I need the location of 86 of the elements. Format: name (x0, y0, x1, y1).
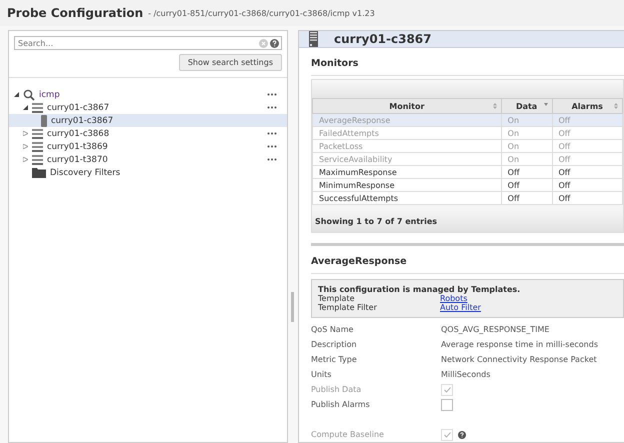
collapsed-arrow-icon[interactable] (22, 131, 28, 136)
server-icon (309, 31, 318, 47)
table-row[interactable]: MaximumResponse Off Off (312, 166, 622, 178)
tree-node[interactable]: icmp (9, 88, 287, 101)
search-settings-button[interactable]: Show search settings (178, 54, 282, 71)
tree-node[interactable]: curry01-c3868 (9, 127, 287, 140)
server-list-icon (32, 154, 43, 164)
more-icon[interactable] (267, 93, 277, 96)
field-value: Average response time in milli-seconds (441, 340, 598, 349)
tree-node[interactable]: curry01-t3869 (9, 140, 287, 153)
expanded-arrow-icon[interactable] (22, 105, 28, 110)
table-cell: Off (552, 152, 622, 166)
help-icon[interactable] (270, 38, 279, 48)
table-cell: Off (501, 178, 552, 192)
server-list-icon (32, 102, 43, 112)
notice-label: Template (318, 294, 356, 303)
table-cell: ServiceAvailability (312, 152, 502, 166)
template-link[interactable]: Auto Filter (440, 303, 481, 312)
probe-path: - /curry01-851/curry01-c3868/curry01-c3868/icmp v1.23 (148, 8, 375, 18)
node-label: curry01-c3868 (47, 128, 110, 138)
table-cell: Off (552, 114, 622, 126)
server-list-icon (32, 128, 43, 138)
table-row[interactable]: MinimumResponse Off Off (312, 178, 622, 192)
more-icon[interactable] (267, 106, 277, 109)
field-value: QOS_AVG_RESPONSE_TIME (441, 325, 550, 334)
column-header[interactable]: Alarms (552, 98, 622, 114)
table-cell: On (501, 126, 552, 140)
field-value: MilliSeconds (441, 370, 490, 379)
field-label: Units (311, 370, 332, 379)
field-label: Compute Baseline (311, 430, 385, 439)
notice-heading: This configuration is managed by Templates. (318, 285, 522, 294)
search-field[interactable]: Search... (14, 36, 282, 50)
collapsed-arrow-icon[interactable] (22, 144, 28, 149)
column-header[interactable]: Data (501, 98, 552, 114)
notice-label: Template Filter (318, 303, 378, 312)
checkbox[interactable] (441, 398, 453, 410)
device-title: curry01-c3867 (334, 32, 432, 46)
more-icon[interactable] (267, 145, 277, 148)
field-label: Publish Data (311, 385, 362, 394)
table-cell: Off (552, 126, 622, 140)
field-label: Metric Type (311, 355, 358, 364)
field-value: Network Connectivity Response Packet (441, 355, 597, 364)
column-header[interactable]: Monitor (312, 98, 502, 114)
table-cell: PacketLoss (312, 140, 502, 152)
node-label: curry01-t3869 (47, 142, 109, 152)
node-label: curry01-c3867 (47, 102, 110, 112)
node-label: icmp (39, 90, 61, 100)
section-title: Monitors (311, 48, 624, 76)
table-cell: Off (501, 166, 552, 178)
field-label: QoS Name (311, 325, 354, 334)
more-icon[interactable] (267, 132, 277, 135)
table-cell: On (501, 152, 552, 166)
node-label: curry01-t3870 (47, 154, 109, 164)
collapsed-arrow-icon[interactable] (22, 157, 28, 162)
tree-node[interactable]: curry01-t3870 (9, 153, 287, 166)
table-cell: On (501, 140, 552, 152)
folder-icon (32, 168, 46, 178)
table-cell: Off (552, 166, 622, 178)
node-label: curry01-c3867 (51, 116, 114, 126)
table-cell: Off (552, 140, 622, 152)
check-icon (444, 432, 450, 438)
table-cell: On (501, 114, 552, 126)
tree-node[interactable]: Discovery Filters (9, 166, 287, 179)
table-cell: MinimumResponse (312, 178, 502, 192)
field-label: Publish Alarms (311, 400, 371, 409)
splitter-handle[interactable] (291, 292, 294, 322)
sort-icon[interactable] (492, 103, 497, 109)
monitor-title: AverageResponse (311, 243, 624, 274)
sort-descending-icon[interactable] (544, 103, 548, 106)
table-cell: Off (552, 178, 622, 192)
more-icon[interactable] (267, 158, 277, 161)
tree-node[interactable]: curry01-c3867 (9, 114, 287, 127)
sort-icon[interactable] (614, 103, 618, 109)
table-cell: FailedAttempts (312, 126, 502, 140)
server-list-icon (32, 142, 43, 152)
page-title: Probe Configuration (7, 6, 144, 20)
magnifier-icon (23, 88, 35, 100)
tree-node[interactable]: curry01-c3867 (9, 101, 287, 114)
device-icon (41, 114, 47, 126)
check-icon (444, 386, 450, 392)
table-cell: MaximumResponse (312, 166, 502, 178)
table-cell: AverageResponse (312, 114, 502, 126)
node-label: Discovery Filters (50, 168, 122, 178)
expanded-arrow-icon[interactable] (14, 92, 18, 97)
template-link[interactable]: Robots (440, 294, 468, 303)
field-label: Description (311, 340, 358, 349)
